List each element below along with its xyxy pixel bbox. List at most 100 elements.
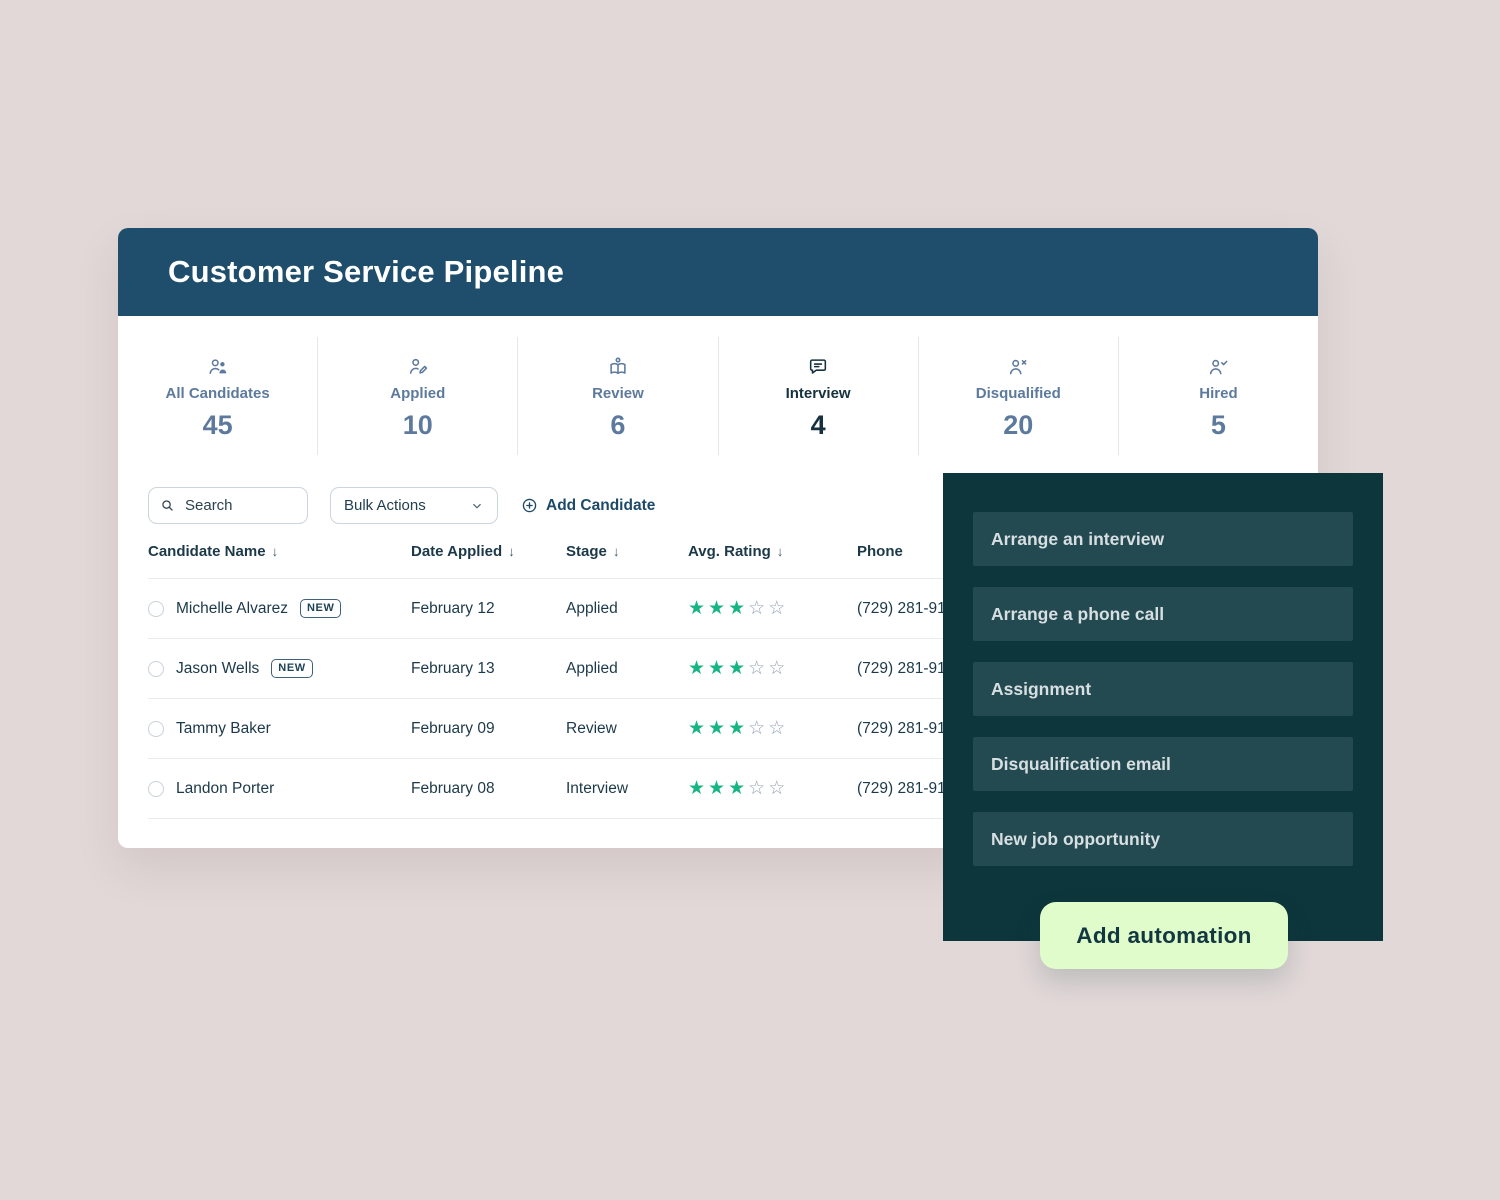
star-icon: ☆ xyxy=(748,718,768,739)
col-header-label: Stage xyxy=(566,543,607,560)
date-applied-cell: February 09 xyxy=(411,720,566,738)
tab-label: All Candidates xyxy=(165,385,269,402)
star-icon: ★ xyxy=(688,658,708,679)
user-x-icon xyxy=(1007,356,1029,378)
tab-label: Review xyxy=(592,385,644,402)
col-header-stage[interactable]: Stage ↓ xyxy=(566,543,688,560)
add-candidate-label: Add Candidate xyxy=(546,497,655,515)
star-icon: ☆ xyxy=(768,598,788,619)
tab-count: 10 xyxy=(403,410,433,441)
search-icon xyxy=(160,498,175,513)
tab-hired[interactable]: Hired 5 xyxy=(1118,337,1318,455)
users-icon xyxy=(207,356,229,378)
rating-stars[interactable]: ★★★☆☆ xyxy=(688,717,857,740)
star-icon: ★ xyxy=(728,778,748,799)
automation-item-disqualification-email[interactable]: Disqualification email xyxy=(973,737,1353,791)
automation-item-arrange-phone-call[interactable]: Arrange a phone call xyxy=(973,587,1353,641)
plus-circle-icon xyxy=(521,497,538,514)
col-header-avg-rating[interactable]: Avg. Rating ↓ xyxy=(688,543,857,560)
chevron-down-icon xyxy=(470,499,484,513)
star-icon: ☆ xyxy=(748,778,768,799)
date-applied-cell: February 08 xyxy=(411,780,566,798)
candidate-name-cell: Landon Porter xyxy=(148,780,411,798)
user-check-icon xyxy=(1207,356,1229,378)
row-checkbox[interactable] xyxy=(148,601,164,617)
tab-applied[interactable]: Applied 10 xyxy=(317,337,517,455)
tab-label: Interview xyxy=(786,385,851,402)
automation-item-arrange-interview[interactable]: Arrange an interview xyxy=(973,512,1353,566)
tab-count: 45 xyxy=(203,410,233,441)
tab-label: Hired xyxy=(1199,385,1237,402)
candidate-name-cell: Tammy Baker xyxy=(148,720,411,738)
tab-all-candidates[interactable]: All Candidates 45 xyxy=(118,337,317,455)
star-icon: ★ xyxy=(708,658,728,679)
card-header: Customer Service Pipeline xyxy=(118,228,1318,316)
row-checkbox[interactable] xyxy=(148,781,164,797)
col-header-label: Date Applied xyxy=(411,543,502,560)
tab-label: Applied xyxy=(390,385,445,402)
automation-panel: Arrange an interview Arrange a phone cal… xyxy=(943,473,1383,941)
star-icon: ★ xyxy=(688,598,708,619)
star-icon: ☆ xyxy=(768,718,788,739)
sort-arrow-icon: ↓ xyxy=(777,544,784,559)
stage-tabs: All Candidates 45 Applied 10 Review 6 In… xyxy=(118,316,1318,455)
chat-bubble-icon xyxy=(807,356,829,378)
tab-review[interactable]: Review 6 xyxy=(517,337,717,455)
col-header-label: Candidate Name xyxy=(148,543,266,560)
star-icon: ☆ xyxy=(768,658,788,679)
candidate-name: Jason Wells xyxy=(176,660,259,678)
col-header-label: Avg. Rating xyxy=(688,543,771,560)
automation-item-assignment[interactable]: Assignment xyxy=(973,662,1353,716)
row-checkbox[interactable] xyxy=(148,661,164,677)
tab-count: 4 xyxy=(811,410,826,441)
candidate-name: Michelle Alvarez xyxy=(176,600,288,618)
star-icon: ★ xyxy=(708,598,728,619)
new-badge: NEW xyxy=(300,599,341,617)
book-reader-icon xyxy=(607,356,629,378)
rating-stars[interactable]: ★★★☆☆ xyxy=(688,597,857,620)
tab-interview[interactable]: Interview 4 xyxy=(718,337,918,455)
sort-arrow-icon: ↓ xyxy=(272,544,279,559)
bulk-actions-dropdown[interactable]: Bulk Actions xyxy=(330,487,498,524)
star-icon: ★ xyxy=(728,718,748,739)
tab-count: 6 xyxy=(610,410,625,441)
sort-arrow-icon: ↓ xyxy=(508,544,515,559)
tab-label: Disqualified xyxy=(976,385,1061,402)
star-icon: ☆ xyxy=(768,778,788,799)
stage-cell: Applied xyxy=(566,600,688,618)
new-badge: NEW xyxy=(271,659,312,677)
sort-arrow-icon: ↓ xyxy=(613,544,620,559)
rating-stars[interactable]: ★★★☆☆ xyxy=(688,777,857,800)
star-icon: ★ xyxy=(688,778,708,799)
row-checkbox[interactable] xyxy=(148,721,164,737)
stage-cell: Review xyxy=(566,720,688,738)
page-title: Customer Service Pipeline xyxy=(168,254,564,290)
bulk-actions-label: Bulk Actions xyxy=(344,497,426,514)
star-icon: ★ xyxy=(688,718,708,739)
star-icon: ★ xyxy=(728,598,748,619)
star-icon: ☆ xyxy=(748,598,768,619)
search-input[interactable] xyxy=(183,496,296,515)
search-box[interactable] xyxy=(148,487,308,524)
tab-disqualified[interactable]: Disqualified 20 xyxy=(918,337,1118,455)
candidate-name-cell: Michelle Alvarez NEW xyxy=(148,599,411,617)
col-header-candidate-name[interactable]: Candidate Name ↓ xyxy=(148,543,411,560)
stage-cell: Applied xyxy=(566,660,688,678)
star-icon: ★ xyxy=(708,778,728,799)
tab-count: 20 xyxy=(1003,410,1033,441)
candidate-name: Tammy Baker xyxy=(176,720,271,738)
rating-stars[interactable]: ★★★☆☆ xyxy=(688,657,857,680)
add-automation-button[interactable]: Add automation xyxy=(1040,902,1288,969)
col-header-label: Phone xyxy=(857,543,903,560)
tab-count: 5 xyxy=(1211,410,1226,441)
user-edit-icon xyxy=(407,356,429,378)
star-icon: ★ xyxy=(728,658,748,679)
date-applied-cell: February 13 xyxy=(411,660,566,678)
add-candidate-button[interactable]: Add Candidate xyxy=(521,497,655,515)
candidate-name-cell: Jason Wells NEW xyxy=(148,659,411,677)
col-header-date-applied[interactable]: Date Applied ↓ xyxy=(411,543,566,560)
automation-item-new-job-opportunity[interactable]: New job opportunity xyxy=(973,812,1353,866)
star-icon: ☆ xyxy=(748,658,768,679)
star-icon: ★ xyxy=(708,718,728,739)
stage-cell: Interview xyxy=(566,780,688,798)
